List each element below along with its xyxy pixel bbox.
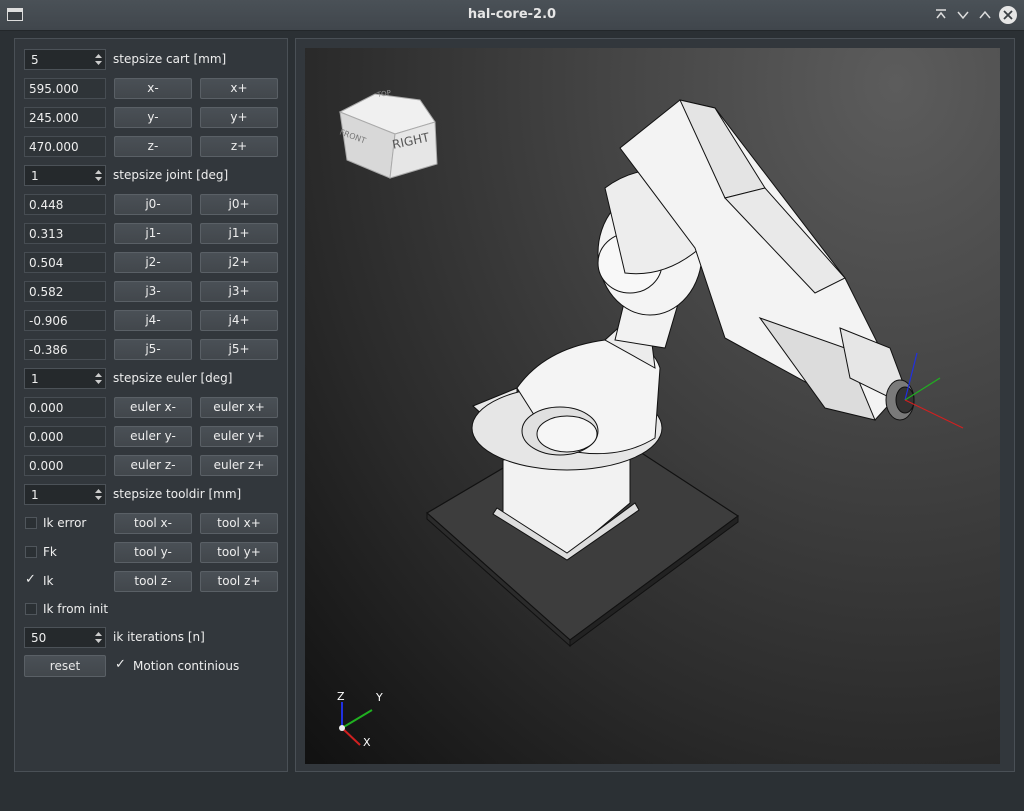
euler-z-plus-button[interactable]: euler z+	[200, 455, 278, 476]
joint-5-plus-button[interactable]: j5+	[200, 339, 278, 360]
tool-y-minus-button[interactable]: tool y-	[114, 542, 192, 563]
triad-z-label: Z	[337, 690, 345, 703]
joint-2-minus-button[interactable]: j2-	[114, 252, 192, 273]
ik-iterations-value: 50	[31, 631, 47, 645]
stepsize-euler-spinbox[interactable]: 1	[24, 368, 106, 389]
tool-x-minus-button[interactable]: tool x-	[114, 513, 192, 534]
joint-3-plus-button[interactable]: j3+	[200, 281, 278, 302]
joint-0-plus-button[interactable]: j0+	[200, 194, 278, 215]
stepsize-joint-value: 1	[31, 169, 39, 183]
title-bar: hal-core-2.0	[0, 0, 1024, 31]
euler-y-plus-button[interactable]: euler y+	[200, 426, 278, 447]
cart-z-plus-button[interactable]: z+	[200, 136, 278, 157]
ik-error-checkbox[interactable]	[25, 517, 37, 529]
cart-z-minus-button[interactable]: z-	[114, 136, 192, 157]
ik-label: Ik	[43, 574, 54, 588]
robot-wrist	[885, 379, 915, 421]
joint-0-minus-button[interactable]: j0-	[114, 194, 192, 215]
joint-3-field[interactable]: 0.582	[24, 281, 106, 302]
stepsize-tooldir-spinbox[interactable]: 1	[24, 484, 106, 505]
cart-x-field[interactable]: 595.000	[24, 78, 106, 99]
stepsize-joint-label: stepsize joint [deg]	[113, 168, 229, 182]
spin-arrows-icon[interactable]	[93, 370, 104, 387]
window-title: hal-core-2.0	[467, 7, 557, 22]
euler-x-minus-button[interactable]: euler x-	[114, 397, 192, 418]
stepsize-cart-label: stepsize cart [mm]	[113, 52, 227, 66]
stepsize-tooldir-label: stepsize tooldir [mm]	[113, 487, 242, 501]
ik-error-label: Ik error	[43, 516, 87, 530]
joint-5-minus-button[interactable]: j5-	[114, 339, 192, 360]
euler-x-plus-button[interactable]: euler x+	[200, 397, 278, 418]
3d-viewport[interactable]: RIGHT FRONT TOP Z Y X	[305, 48, 1000, 764]
keep-above-icon[interactable]	[932, 6, 950, 24]
spin-arrows-icon[interactable]	[93, 51, 104, 68]
reset-button[interactable]: reset	[24, 655, 106, 677]
minimize-icon[interactable]	[954, 6, 972, 24]
euler-y-field[interactable]: 0.000	[24, 426, 106, 447]
stepsize-euler-label: stepsize euler [deg]	[113, 371, 233, 385]
ik-iterations-label: ik iterations [n]	[113, 630, 205, 644]
joint-2-plus-button[interactable]: j2+	[200, 252, 278, 273]
fk-label: Fk	[43, 545, 57, 559]
triad-x-label: X	[363, 736, 371, 749]
tool-x-plus-button[interactable]: tool x+	[200, 513, 278, 534]
ik-from-init-checkbox[interactable]	[25, 603, 37, 615]
joint-2-field[interactable]: 0.504	[24, 252, 106, 273]
tool-frame-axes	[904, 352, 964, 429]
joint-1-minus-button[interactable]: j1-	[114, 223, 192, 244]
cart-y-plus-button[interactable]: y+	[200, 107, 278, 128]
euler-x-field[interactable]: 0.000	[24, 397, 106, 418]
stepsize-cart-value: 5	[31, 53, 39, 67]
ik-iterations-spinbox[interactable]: 50	[24, 627, 106, 648]
joint-3-minus-button[interactable]: j3-	[114, 281, 192, 302]
close-icon[interactable]	[999, 6, 1017, 24]
euler-z-field[interactable]: 0.000	[24, 455, 106, 476]
joint-4-plus-button[interactable]: j4+	[200, 310, 278, 331]
fk-checkbox[interactable]	[25, 546, 37, 558]
cart-x-plus-button[interactable]: x+	[200, 78, 278, 99]
spin-arrows-icon[interactable]	[93, 167, 104, 184]
joint-1-field[interactable]: 0.313	[24, 223, 106, 244]
maximize-icon[interactable]	[976, 6, 994, 24]
tool-z-plus-button[interactable]: tool z+	[200, 571, 278, 592]
euler-y-minus-button[interactable]: euler y-	[114, 426, 192, 447]
ik-from-init-label: Ik from init	[43, 602, 109, 616]
joint-1-plus-button[interactable]: j1+	[200, 223, 278, 244]
motion-continuous-label: Motion continious	[133, 659, 240, 673]
joint-0-field[interactable]: 0.448	[24, 194, 106, 215]
stepsize-euler-value: 1	[31, 372, 39, 386]
joint-5-field[interactable]: -0.386	[24, 339, 106, 360]
cart-x-minus-button[interactable]: x-	[114, 78, 192, 99]
spin-arrows-icon[interactable]	[93, 629, 104, 646]
cart-z-field[interactable]: 470.000	[24, 136, 106, 157]
cart-y-minus-button[interactable]: y-	[114, 107, 192, 128]
ik-checkbox[interactable]: ✓	[25, 572, 36, 587]
joint-4-field[interactable]: -0.906	[24, 310, 106, 331]
stepsize-cart-spinbox[interactable]: 5	[24, 49, 106, 70]
motion-continuous-checkbox[interactable]: ✓	[115, 657, 126, 672]
spin-arrows-icon[interactable]	[93, 486, 104, 503]
tool-z-minus-button[interactable]: tool z-	[114, 571, 192, 592]
cart-y-field[interactable]: 245.000	[24, 107, 106, 128]
tool-y-plus-button[interactable]: tool y+	[200, 542, 278, 563]
joint-4-minus-button[interactable]: j4-	[114, 310, 192, 331]
stepsize-joint-spinbox[interactable]: 1	[24, 165, 106, 186]
euler-z-minus-button[interactable]: euler z-	[114, 455, 192, 476]
triad-y-label: Y	[376, 691, 383, 704]
stepsize-tooldir-value: 1	[31, 488, 39, 502]
